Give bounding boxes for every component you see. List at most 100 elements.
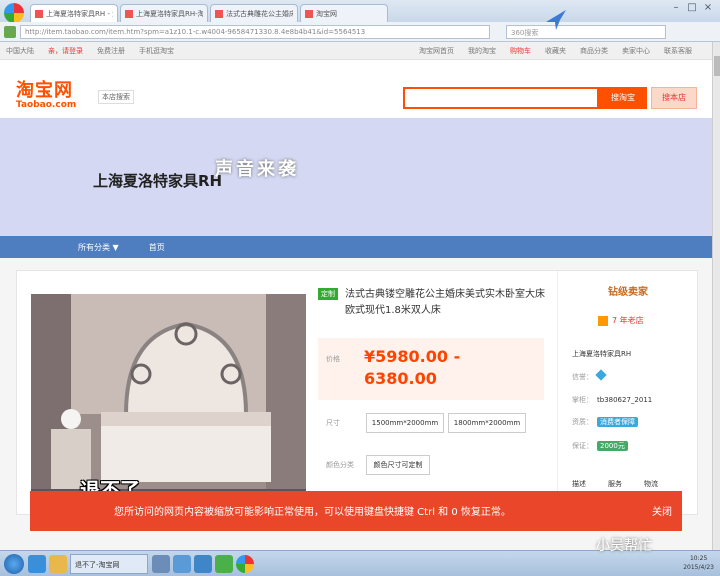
browser-tab[interactable]: 淘宝网 bbox=[300, 4, 388, 22]
tab-title: 淘宝网 bbox=[316, 9, 337, 18]
region-link[interactable]: 中国大陆 bbox=[6, 46, 34, 56]
seller-center-link[interactable]: 卖家中心 bbox=[622, 46, 650, 56]
metric-description: 描述 bbox=[572, 480, 586, 488]
browser-tab[interactable]: 法式古典雕花公主婚床 bbox=[210, 4, 298, 22]
browser-tab[interactable]: 上海夏洛特家具RH-淘宝网 bbox=[120, 4, 208, 22]
favorites-link[interactable]: 收藏夹 bbox=[545, 46, 566, 56]
nav-all-categories[interactable]: 所有分类 ▼ bbox=[78, 242, 119, 253]
price-value: ¥5980.00 - 6380.00 bbox=[364, 347, 461, 388]
site-nav: 中国大陆 亲，请登录 免费注册 手机逛淘宝 淘宝网首页 我的淘宝 购物车 收藏夹… bbox=[0, 42, 712, 60]
deposit-badge[interactable]: 2000元 bbox=[597, 441, 628, 451]
logo-cn: 淘宝网 bbox=[16, 80, 73, 101]
close-icon[interactable]: × bbox=[700, 2, 716, 16]
shop-years: 7 年老店 bbox=[598, 315, 644, 326]
address-bar: http://item.taobao.com/item.htm?spm=a1z1… bbox=[0, 22, 720, 42]
window-controls: – □ × bbox=[668, 2, 716, 16]
zoom-notice-text: 您所访问的网页内容被缩放可能影响正常使用，可以使用键盘快捷键 Ctrl 和 0 … bbox=[114, 507, 511, 518]
system-clock: 10:25 2015/4/23 bbox=[683, 554, 714, 572]
seller-metrics: 描述 服务 物流 bbox=[572, 479, 658, 489]
folder-icon[interactable] bbox=[49, 554, 67, 573]
bird-icon bbox=[546, 10, 566, 30]
shop-badge-icon bbox=[598, 315, 608, 326]
zoom-notice-close-button[interactable]: 关闭 bbox=[652, 503, 672, 518]
search-shop-button[interactable]: 搜本店 bbox=[651, 87, 697, 109]
browser-taskbar-icon[interactable] bbox=[236, 554, 254, 573]
taskbar-browser-task[interactable]: 退不了-淘宝网 bbox=[70, 553, 148, 574]
nav-home[interactable]: 首页 bbox=[149, 242, 165, 253]
deposit-label: 保证： bbox=[572, 442, 593, 450]
seller-credit: 信誉： bbox=[572, 369, 607, 382]
custom-tag: 定制 bbox=[318, 288, 338, 300]
clock-date: 2015/4/23 bbox=[683, 564, 714, 571]
shop-navbar: 所有分类 ▼ 首页 bbox=[0, 236, 712, 258]
color-option[interactable]: 颜色尺寸可定制 bbox=[366, 455, 430, 475]
price-box: 价格 ¥5980.00 - 6380.00 bbox=[318, 338, 544, 400]
contact-label: 掌柜： bbox=[572, 396, 593, 404]
service-link[interactable]: 联系客服 bbox=[664, 46, 692, 56]
size-option[interactable]: 1500mm*2000mm bbox=[366, 413, 444, 433]
app-icon[interactable] bbox=[173, 554, 191, 573]
security-icon bbox=[4, 25, 16, 38]
seller-contact: 掌柜： tb380627_2011 bbox=[572, 395, 652, 405]
metric-service: 服务 bbox=[608, 480, 622, 488]
price-label: 价格 bbox=[326, 355, 340, 363]
app-icon[interactable] bbox=[194, 554, 212, 573]
product-title: 法式古典镂空雕花公主婚床美式实木卧室大床欧式现代1.8米双人床 bbox=[345, 289, 545, 316]
browser-logo-icon[interactable] bbox=[4, 3, 24, 23]
tab-title: 上海夏洛特家具RH-淘宝网 bbox=[136, 9, 203, 18]
scrollbar-thumb[interactable] bbox=[714, 56, 720, 76]
browser-search-input[interactable]: 360搜索 bbox=[506, 24, 666, 39]
clock-time: 10:25 bbox=[689, 555, 708, 562]
taobao-logo[interactable]: 淘宝网 Taobao.com bbox=[16, 76, 76, 110]
url-input[interactable]: http://item.taobao.com/item.htm?spm=a1z1… bbox=[20, 24, 490, 39]
diamond-icon bbox=[595, 369, 607, 381]
wechat-icon[interactable] bbox=[215, 554, 233, 573]
size-label: 尺寸 bbox=[326, 419, 340, 427]
logo-en: Taobao.com bbox=[16, 100, 77, 110]
color-label: 颜色分类 bbox=[326, 461, 354, 469]
minimize-icon[interactable]: – bbox=[668, 2, 684, 16]
shop-years-text: 7 年老店 bbox=[612, 316, 644, 325]
favicon-icon bbox=[215, 9, 223, 18]
seller-level: 钻级卖家 bbox=[608, 287, 648, 298]
mobile-link[interactable]: 手机逛淘宝 bbox=[139, 46, 174, 56]
product-image[interactable] bbox=[31, 294, 306, 504]
search-input[interactable] bbox=[403, 87, 599, 109]
media-icon[interactable] bbox=[152, 554, 170, 573]
search-taobao-button[interactable]: 搜淘宝 bbox=[599, 87, 647, 109]
favicon-icon bbox=[35, 9, 43, 18]
tab-title: 上海夏洛特家具RH - 淘宝网 bbox=[46, 9, 113, 18]
maximize-icon[interactable]: □ bbox=[684, 2, 700, 16]
shop-title: 上海夏洛特家具RH bbox=[93, 172, 223, 190]
qualification-label: 资质： bbox=[572, 418, 593, 426]
favicon-icon bbox=[305, 9, 313, 18]
contact-value[interactable]: tb380627_2011 bbox=[597, 396, 652, 404]
seller-deposit: 保证： 2000元 bbox=[572, 441, 628, 451]
shop-search-toggle[interactable]: 本店搜索 bbox=[98, 90, 134, 104]
seller-qualification: 资质： 消费者保障 bbox=[572, 417, 638, 427]
my-taobao-link[interactable]: 我的淘宝 bbox=[468, 46, 496, 56]
consumer-protection-badge[interactable]: 消费者保障 bbox=[597, 417, 638, 427]
tab-title: 法式古典雕花公主婚床 bbox=[226, 9, 293, 18]
credit-label: 信誉： bbox=[572, 373, 593, 381]
ie-icon[interactable] bbox=[28, 554, 46, 573]
page-scrollbar[interactable] bbox=[712, 42, 720, 550]
metric-logistics: 物流 bbox=[644, 480, 658, 488]
favicon-icon bbox=[125, 9, 133, 18]
cart-link[interactable]: 购物车 bbox=[510, 46, 531, 56]
browser-tab[interactable]: 上海夏洛特家具RH - 淘宝网 bbox=[30, 4, 118, 22]
video-subtitle-1: 声音来袭 bbox=[215, 159, 299, 180]
register-link[interactable]: 免费注册 bbox=[97, 46, 125, 56]
watermark: 小吴帮忙 bbox=[596, 538, 652, 554]
zoom-notice-bar: 您所访问的网页内容被缩放可能影响正常使用，可以使用键盘快捷键 Ctrl 和 0 … bbox=[30, 491, 682, 531]
login-link[interactable]: 亲，请登录 bbox=[48, 46, 83, 56]
size-option[interactable]: 1800mm*2000mm bbox=[448, 413, 526, 433]
bed-photo bbox=[31, 294, 306, 504]
shop-banner: 上海夏洛特家具RH bbox=[0, 118, 712, 236]
seller-name[interactable]: 上海夏洛特家具RH bbox=[572, 349, 631, 359]
browser-tab-bar: 上海夏洛特家具RH - 淘宝网 上海夏洛特家具RH-淘宝网 法式古典雕花公主婚床… bbox=[0, 0, 720, 23]
start-button[interactable] bbox=[4, 553, 24, 574]
seller-panel: 钻级卖家 7 年老店 上海夏洛特家具RH 信誉： 掌柜： tb380627_201… bbox=[557, 271, 697, 513]
category-link[interactable]: 商品分类 bbox=[580, 46, 608, 56]
home-link[interactable]: 淘宝网首页 bbox=[419, 46, 454, 56]
